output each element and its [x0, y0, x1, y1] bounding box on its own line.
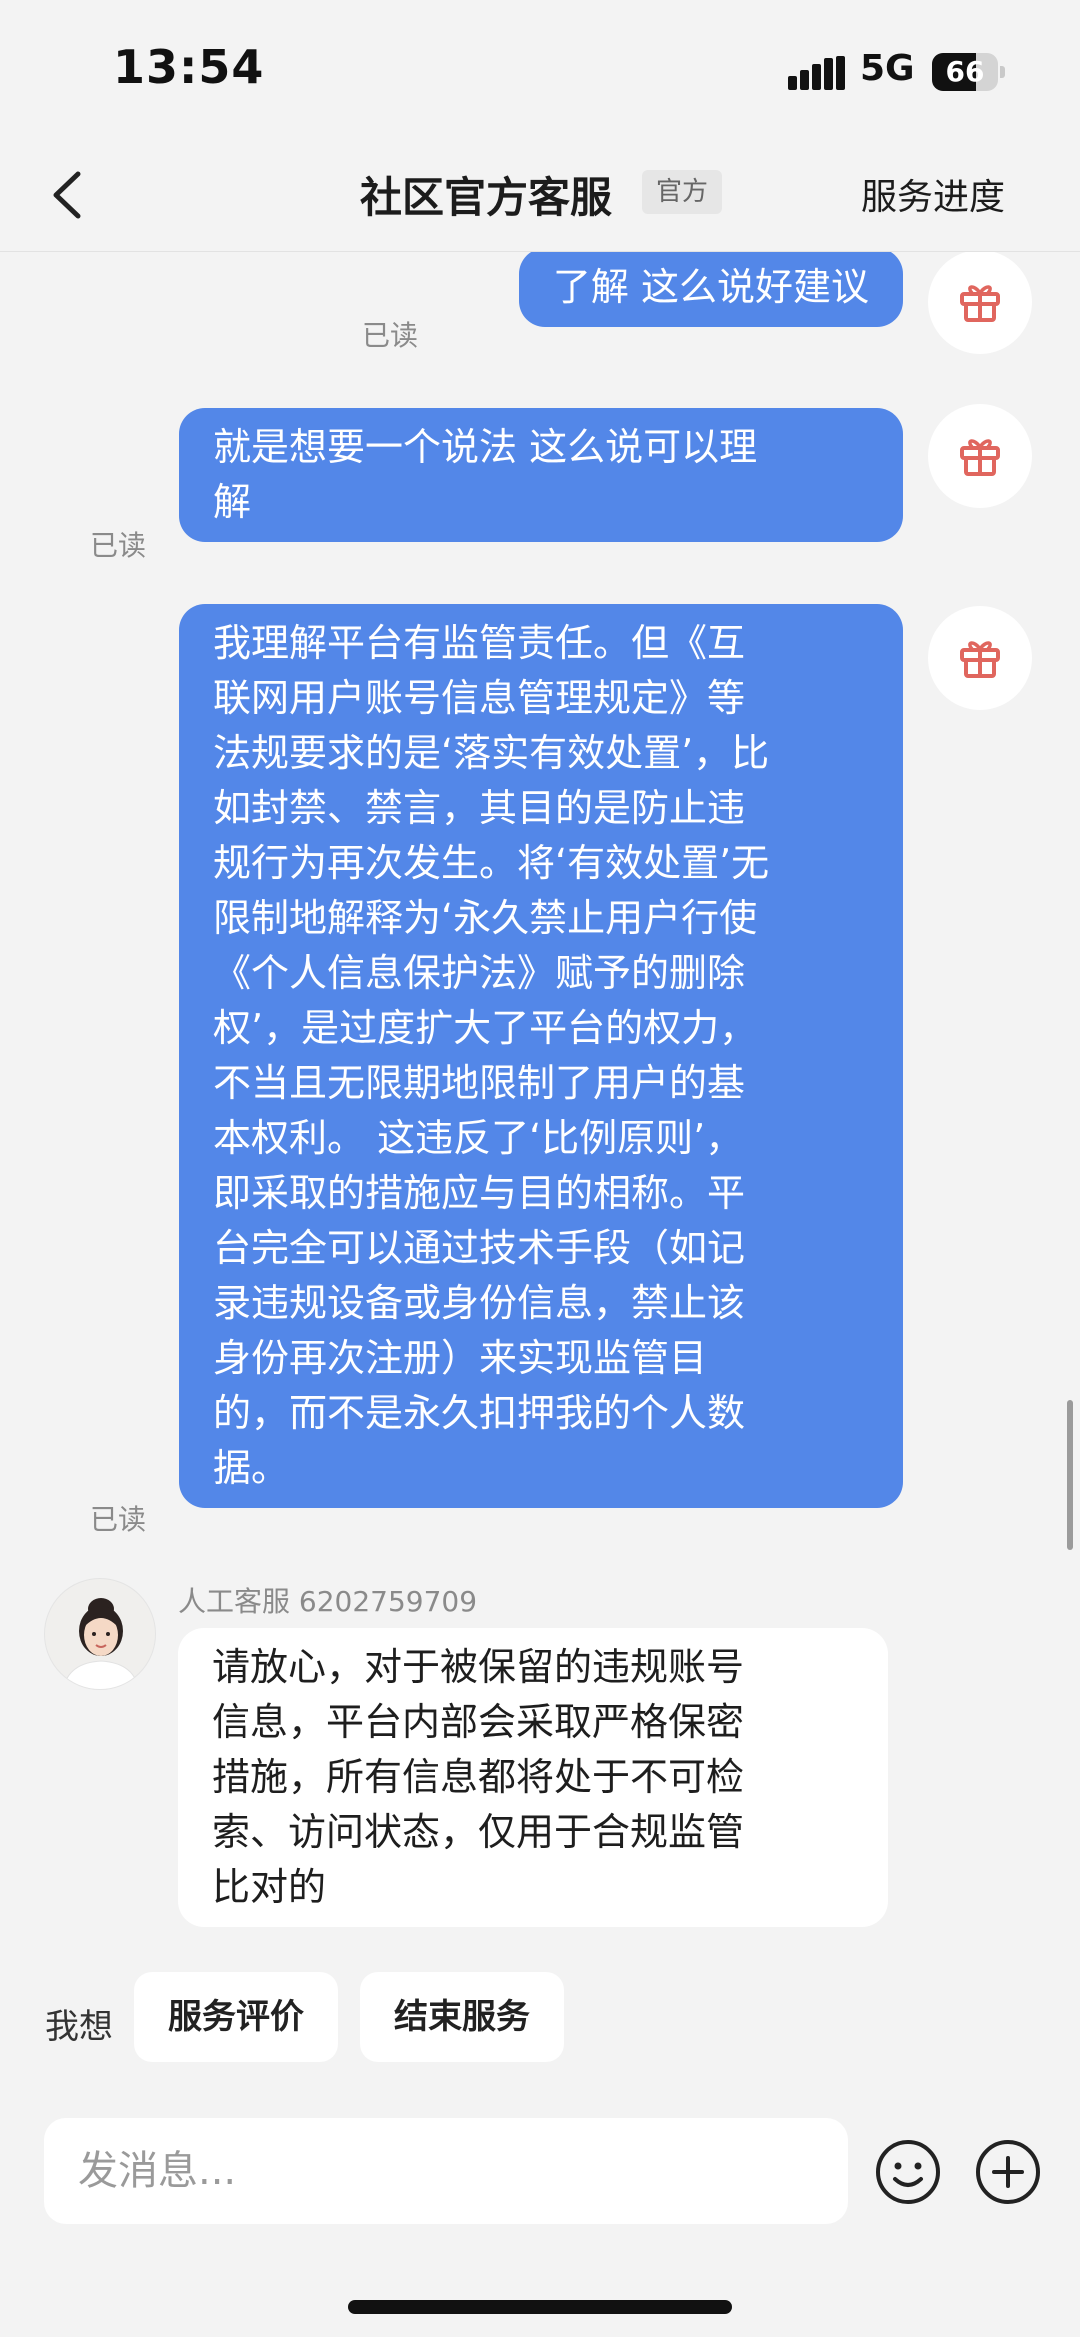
end-service-button[interactable]: 结束服务 [360, 1972, 564, 2062]
user-avatar[interactable] [928, 252, 1032, 354]
quick-actions-bar: 我想 服务评价 结束服务 [0, 1952, 1080, 2082]
chat-header: 社区官方客服 官方 服务进度 [0, 140, 1080, 252]
message-list[interactable]: 了解 这么说好建议 已读 就是想要一个说法 这么说可以理 解 已读 我理解平台有… [0, 252, 1080, 1952]
status-time: 13:54 [113, 40, 265, 94]
quick-actions-label: 我想 [45, 2007, 113, 2047]
agent-name: 人工客服 6202759709 [178, 1585, 478, 1618]
message-input[interactable] [44, 2118, 848, 2224]
outgoing-message[interactable]: 就是想要一个说法 这么说可以理 解 [179, 408, 903, 542]
gift-icon [960, 439, 1000, 476]
gift-icon [960, 285, 1000, 322]
cellular-signal-icon [788, 56, 845, 90]
emoji-icon[interactable] [874, 2138, 942, 2206]
plus-icon[interactable] [974, 2138, 1042, 2206]
read-status: 已读 [362, 319, 419, 352]
read-status: 已读 [90, 529, 147, 562]
agent-avatar[interactable] [44, 1578, 156, 1690]
scrollbar[interactable] [1067, 1400, 1073, 1550]
outgoing-message[interactable]: 了解 这么说好建议 [518, 252, 903, 327]
user-avatar[interactable] [928, 606, 1032, 710]
page-title: 社区官方客服 [360, 173, 613, 222]
read-status: 已读 [90, 1503, 147, 1536]
input-bar [0, 2082, 1080, 2337]
outgoing-message[interactable]: 我理解平台有监管责任。但《互 联网用户账号信息管理规定》等 法规要求的是‘落实有… [179, 604, 903, 1508]
battery-level: 66 [945, 55, 985, 88]
incoming-message[interactable]: 请放心，对于被保留的违规账号 信息，平台内部会采取严格保密 措施，所有信息都将处… [178, 1628, 888, 1927]
back-arrow-icon[interactable] [40, 162, 100, 228]
network-type: 5G [860, 48, 915, 89]
user-avatar[interactable] [928, 404, 1032, 508]
official-badge: 官方 [642, 170, 722, 214]
rate-service-button[interactable]: 服务评价 [134, 1972, 338, 2062]
battery-icon: 66 [932, 53, 1005, 91]
service-progress-link[interactable]: 服务进度 [861, 168, 1005, 220]
status-bar: 13:54 5G 66 [0, 0, 1080, 140]
gift-icon [960, 641, 1000, 678]
home-indicator[interactable] [348, 2300, 732, 2314]
